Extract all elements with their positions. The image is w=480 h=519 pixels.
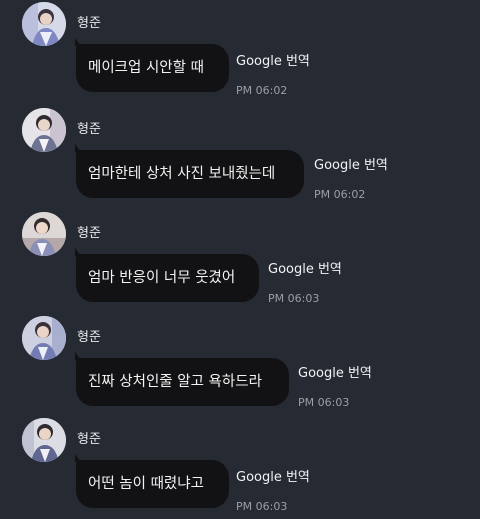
avatar[interactable] [22, 212, 66, 256]
sender-name: 형준 [77, 16, 101, 31]
sender-name: 형준 [77, 330, 101, 345]
message-timestamp: PM 06:03 [236, 500, 288, 513]
message-bubble[interactable]: 진짜 상처인줄 알고 욕하드라 [75, 352, 289, 406]
avatar[interactable] [22, 2, 66, 46]
message-bubble[interactable]: 어떤 놈이 때렸냐고 [75, 454, 229, 508]
message-timestamp: PM 06:03 [298, 396, 350, 409]
message-timestamp: PM 06:02 [314, 188, 366, 201]
google-translate-link[interactable]: Google 번역 [314, 158, 388, 174]
google-translate-link[interactable]: Google 번역 [236, 54, 310, 70]
chat-thread: 형준 메이크업 시안할 때 Google 번역 PM 06:02 형준 엄마한테… [0, 0, 480, 519]
avatar[interactable] [22, 418, 66, 462]
avatar[interactable] [22, 316, 66, 360]
message-bubble[interactable]: 메이크업 시안할 때 [75, 38, 229, 92]
google-translate-link[interactable]: Google 번역 [236, 470, 310, 486]
google-translate-link[interactable]: Google 번역 [268, 262, 342, 278]
message-timestamp: PM 06:03 [268, 292, 320, 305]
message-timestamp: PM 06:02 [236, 84, 288, 97]
message-bubble[interactable]: 엄마한테 상처 사진 보내줬는데 [75, 144, 304, 198]
sender-name: 형준 [77, 432, 101, 447]
avatar[interactable] [22, 108, 66, 152]
sender-name: 형준 [77, 226, 101, 241]
google-translate-link[interactable]: Google 번역 [298, 366, 372, 382]
sender-name: 형준 [77, 122, 101, 137]
message-bubble[interactable]: 엄마 반응이 너무 웃겼어 [75, 248, 259, 302]
